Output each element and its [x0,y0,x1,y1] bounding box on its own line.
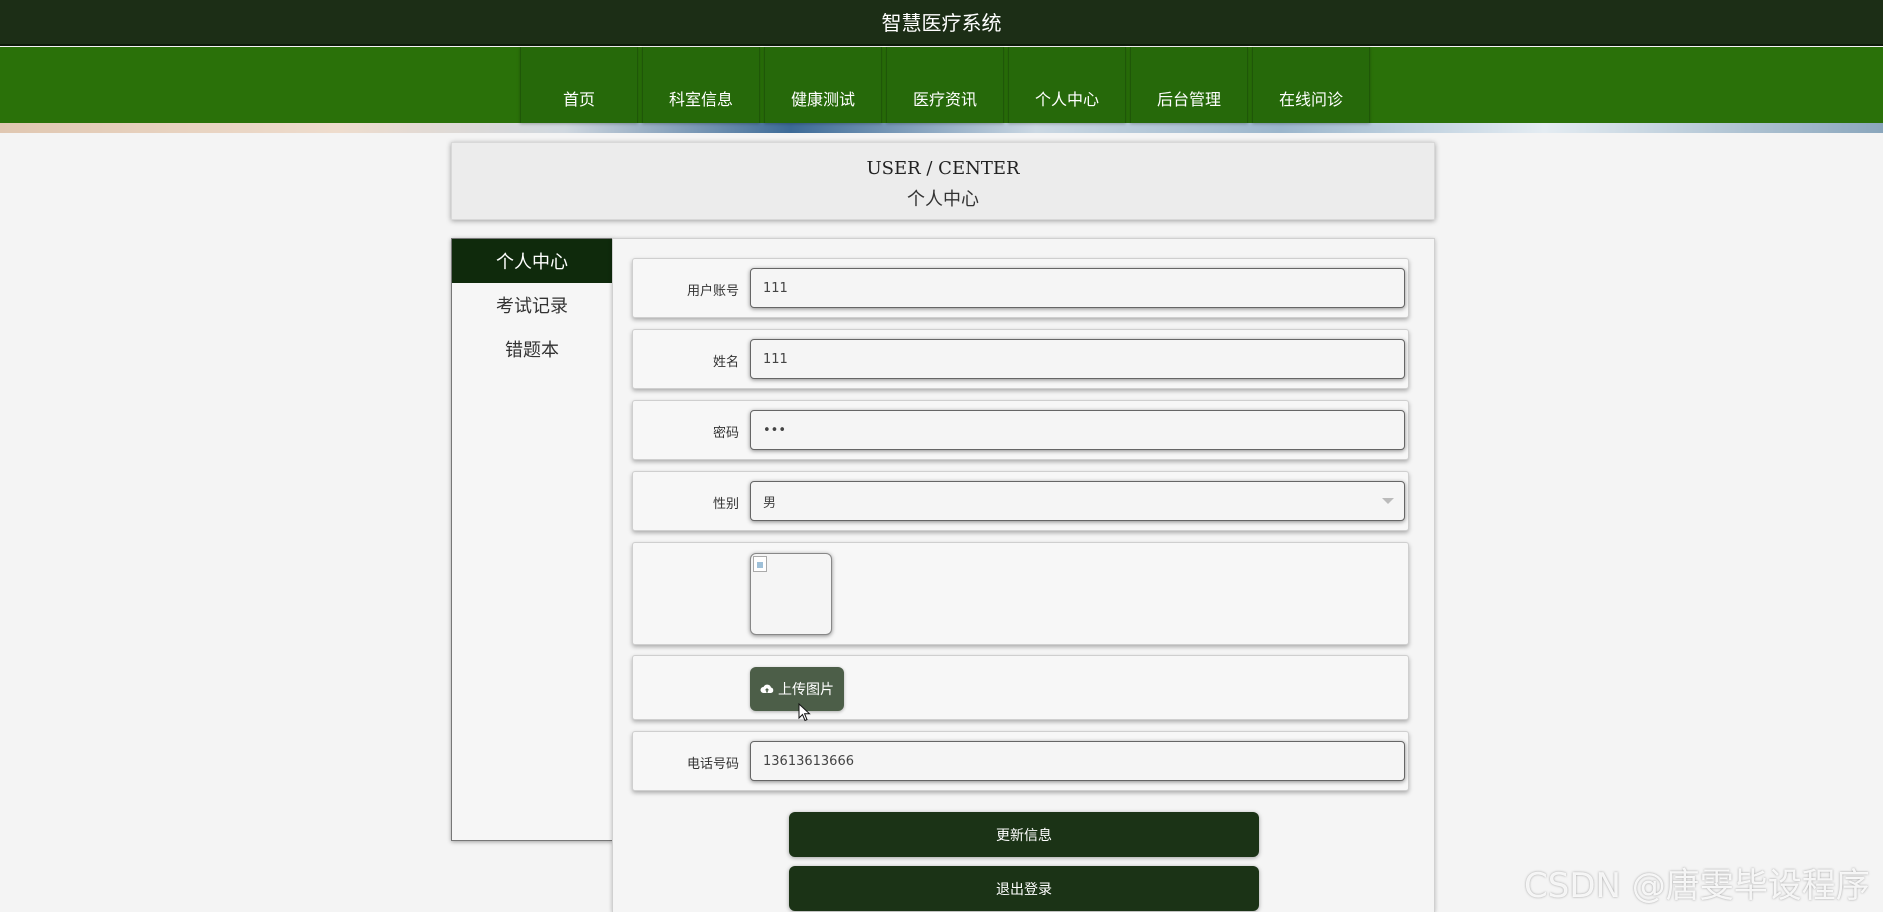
form-row-password: 密码 ••• [632,400,1409,460]
sidebar: 个人中心 考试记录 错题本 [451,238,613,841]
banner-title-cn: 个人中心 [907,189,979,210]
name-label: 姓名 [712,355,739,370]
name-input[interactable]: 111 [750,339,1405,379]
account-label: 用户账号 [686,284,739,299]
cloud-upload-icon [760,684,774,693]
logout-button[interactable]: 退出登录 [789,866,1259,911]
sidebar-item-exam-records[interactable]: 考试记录 [452,283,612,327]
gender-selected-value: 男 [763,495,777,511]
nav-item-home[interactable]: 首页 [520,47,638,123]
phone-input[interactable]: 13613613666 [750,741,1405,781]
watermark-text: CSDN @唐雯毕设程序 [1524,866,1870,906]
form-row-name: 姓名 111 [632,329,1409,389]
mouse-cursor-icon [798,703,811,722]
password-label: 密码 [712,426,739,441]
sidebar-item-wrong-questions[interactable]: 错题本 [452,327,612,371]
gender-select[interactable]: 男 [750,481,1405,521]
nav-item-departments[interactable]: 科室信息 [642,47,760,123]
gender-label: 性别 [712,497,739,512]
upload-label: 上传图片 [778,682,834,698]
form-row-account: 用户账号 111 [632,258,1409,318]
password-input[interactable]: ••• [750,410,1405,450]
sidebar-item-user-center[interactable]: 个人中心 [452,239,612,283]
top-header-bar: 智慧医疗系统 [0,0,1883,46]
nav-item-user-center[interactable]: 个人中心 [1008,47,1126,123]
banner-title-en: USER / CENTER [866,158,1020,179]
account-input[interactable]: 111 [750,268,1405,308]
broken-image-icon [753,556,767,572]
update-info-button[interactable]: 更新信息 [789,812,1259,857]
upload-image-button[interactable]: 上传图片 [750,667,844,711]
form-row-phone: 电话号码 13613613666 [632,731,1409,791]
nav-item-online-consult[interactable]: 在线问诊 [1252,47,1370,123]
main-nav: 首页 科室信息 健康测试 医疗资讯 个人中心 后台管理 在线问诊 [520,47,1374,123]
profile-form-panel: 用户账号 111 姓名 111 密码 ••• 性别 男 上传图片 电话号码 13… [612,238,1435,912]
nav-item-medical-news[interactable]: 医疗资讯 [886,47,1004,123]
nav-item-health-test[interactable]: 健康测试 [764,47,882,123]
chevron-down-icon [1382,498,1394,504]
nav-item-admin[interactable]: 后台管理 [1130,47,1248,123]
hero-image-strip [0,123,1883,133]
form-row-avatar-preview [632,542,1409,645]
avatar-preview [750,553,832,635]
form-row-upload: 上传图片 [632,655,1409,720]
site-title: 智慧医疗系统 [881,11,1002,35]
phone-label: 电话号码 [686,757,739,772]
form-row-gender: 性别 男 [632,471,1409,531]
section-banner: USER / CENTER 个人中心 [451,142,1435,220]
